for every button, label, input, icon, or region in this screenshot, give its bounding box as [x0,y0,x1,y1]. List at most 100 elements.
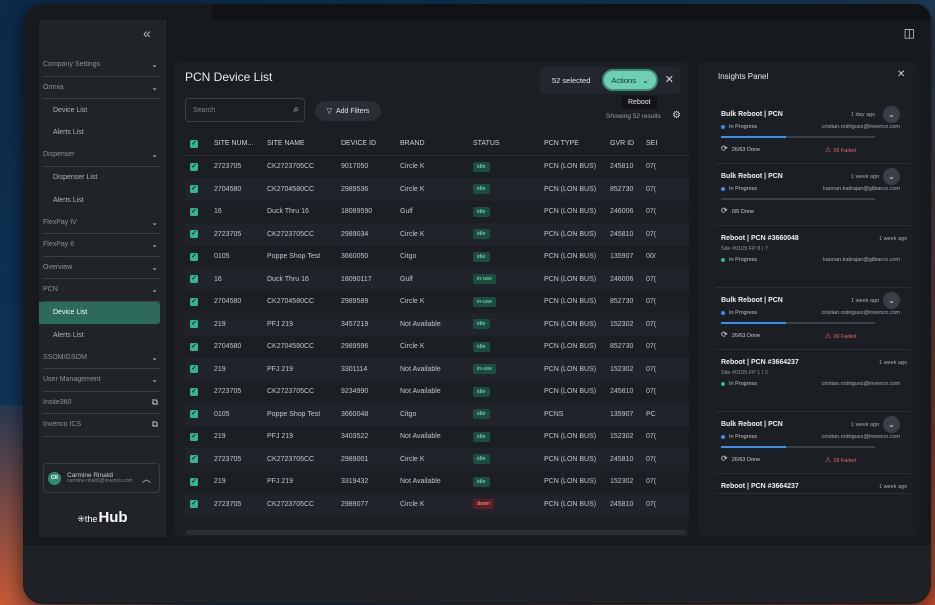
row-checkbox[interactable]: ✓ [190,185,198,194]
collapse-sidebar-icon[interactable]: « [143,25,151,41]
column-header[interactable]: STATUS [473,140,544,147]
insight-item[interactable]: Bulk Reboot | PCN 1 week ago ⌄ In Progress c… [715,412,910,474]
sidebar-item[interactable]: PCN ⌄ [43,279,160,302]
table-row[interactable]: ✓ 2704580 CK2704580CC 2989596 Circle K idle PC… [185,336,689,359]
column-header[interactable]: GVR ID [610,140,646,147]
row-checkbox[interactable]: ✓ [190,275,198,284]
chevron-down-icon: ⌄ [641,75,649,85]
row-checkbox[interactable]: ✓ [190,477,198,486]
insight-item[interactable]: Bulk Reboot | PCN 1 week ago ⌄ In Progress k… [715,164,910,226]
table-cell: CK2704580CC [267,343,315,351]
sidebar-item[interactable]: Company Settings ⌄ [43,54,160,77]
sidebar-item[interactable]: Alerts List [39,324,166,347]
column-header[interactable]: DEVICE ID [341,140,400,147]
gear-icon[interactable]: ⚙ [672,110,681,121]
row-checkbox[interactable]: ✓ [190,387,198,396]
status-cell: idle [473,251,544,262]
table-row[interactable]: ✓ 219 PFJ 219 3301114 Not Available in-use PCN… [185,358,689,381]
row-checkbox[interactable]: ✓ [190,297,198,306]
insight-item[interactable]: Bulk Reboot | PCN 1 day ago ⌄ In Progress cr… [715,102,910,164]
table-row[interactable]: ✓ 0105 Poppe Shop Test 3660048 Citgo idle PCNS… [185,403,689,426]
insight-status: In Progress [721,257,757,263]
insight-done-text: 26/63 Done [731,333,761,339]
reboot-menu-item[interactable]: Reboot [622,96,657,109]
sidebar-item[interactable]: Insite360 ⧉ [43,392,160,414]
actions-button[interactable]: Actions ⌄ [602,69,658,91]
insight-item[interactable]: Reboot | PCN #3660048 1 week ago Site #010… [715,226,910,288]
table-row[interactable]: ✓ 2723705 CK2723705CC 2989077 Circle K down PC… [185,493,689,516]
sidebar-item[interactable]: Dispenser ⌄ [43,144,160,167]
close-icon[interactable]: ✕ [665,73,674,86]
status-cell: idle [473,409,544,420]
sidebar-item[interactable]: Overview ⌄ [43,257,160,279]
column-header[interactable]: SEI [646,140,666,147]
table-row[interactable]: ✓ 2723705 CK2723705CC 9234990 Not Available i… [185,381,689,404]
column-header[interactable]: BRAND [400,140,473,147]
select-all-checkbox[interactable]: ✓ [190,139,198,148]
panel-toggle-icon[interactable]: ◫ [904,26,915,40]
chevron-down-icon: ⌄ [151,285,158,295]
table-row[interactable]: ✓ 16 Duck Thru 16 18089590 Gulf idle PCN (LON … [185,201,689,224]
column-header[interactable]: SITE NAME [267,140,341,147]
sidebar-item[interactable]: Device List [39,301,160,324]
table-row[interactable]: ✓ 2723705 CK2723705CC 9017050 Circle K idle PC… [185,156,689,179]
sidebar-item[interactable]: User Management ⌄ [43,369,160,392]
insight-item[interactable]: Reboot | PCN #3664237 1 week ago [715,474,910,494]
insight-email: cristian.rodriguez@invenco.com [821,310,900,316]
progress-bar [721,322,875,324]
insight-status: In Progress [721,124,757,130]
horizontal-scrollbar[interactable] [186,530,686,535]
chevron-down-icon[interactable]: ⌄ [883,106,900,123]
table-cell: 2723705 [214,455,242,463]
table-cell: 07( [646,320,657,328]
row-checkbox[interactable]: ✓ [190,455,198,464]
user-profile[interactable]: CR Carmine Rinaldi carmine.rinaldi@inven… [43,463,160,493]
row-checkbox[interactable]: ✓ [190,320,198,329]
row-checkbox[interactable]: ✓ [190,410,198,419]
sidebar-item[interactable]: Alerts List [39,122,166,145]
logo-text: Hub [98,509,128,526]
table-cell: 2989077 [341,500,369,508]
table-cell: PCN (LON BUS) [544,500,597,508]
table-row[interactable]: ✓ 2723705 CK2723705CC 2989001 Circle K idle PC… [185,448,689,471]
table-row[interactable]: ✓ 219 PFJ 219 3403522 Not Available idle PCN (… [185,426,689,449]
status-badge: idle [473,341,490,352]
table-row[interactable]: ✓ 219 PFJ 219 3457219 Not Available idle PCN (… [185,313,689,336]
sidebar-item[interactable]: Dispenser List [39,167,166,190]
table-row[interactable]: ✓ 2723705 CK2723705CC 2989034 Circle K idle PC… [185,223,689,246]
table-row[interactable]: ✓ 2704580 CK2704580CC 2989536 Circle K idle PC… [185,178,689,201]
table-cell: 852730 [610,298,634,306]
row-checkbox[interactable]: ✓ [190,252,198,261]
add-filters-button[interactable]: ▽ Add Filters [315,101,381,121]
row-checkbox[interactable]: ✓ [190,230,198,239]
chevron-down-icon[interactable]: ⌄ [883,416,900,433]
sidebar-item[interactable]: FlexPay IV ⌄ [43,212,160,234]
table-row[interactable]: ✓ 16 Duck Thru 16 18090117 Gulf in-use PCN (LO… [185,268,689,291]
table-row[interactable]: ✓ 219 PFJ 219 3319432 Not Available idle PCN (… [185,471,689,494]
insight-item[interactable]: Reboot | PCN #3664237 1 week ago Site #010… [715,350,910,412]
chevron-down-icon[interactable]: ⌄ [883,292,900,309]
column-header[interactable]: SITE NUM... [203,140,267,147]
sidebar-item[interactable]: Omnia ⌄ [43,77,160,99]
sidebar-item-label: FlexPay IV [43,218,77,226]
sidebar-item[interactable]: Alerts List [39,189,166,212]
chevron-up-icon[interactable]: ︿ [142,472,151,485]
search-input[interactable]: Search ⌕ [185,98,305,122]
sidebar-item[interactable]: Device List [39,99,166,122]
row-checkbox[interactable]: ✓ [190,342,198,351]
row-checkbox[interactable]: ✓ [190,500,198,509]
sidebar-item[interactable]: SSOM/GSOM ⌄ [43,347,160,369]
insight-item[interactable]: Bulk Reboot | PCN 1 week ago ⌄ In Progress c… [715,288,910,350]
column-header[interactable]: PCN TYPE [544,140,610,147]
table-row[interactable]: ✓ 0105 Poppe Shop Test 3660050 Citgo idle PCN … [185,246,689,269]
row-checkbox[interactable]: ✓ [190,365,198,374]
table-row[interactable]: ✓ 2704580 CK2704580CC 2989589 Circle K in-use… [185,291,689,314]
row-checkbox[interactable]: ✓ [190,207,198,216]
status-cell: in-use [473,364,544,375]
row-checkbox[interactable]: ✓ [190,432,198,441]
row-checkbox[interactable]: ✓ [190,162,198,171]
close-icon[interactable]: ✕ [897,69,905,80]
sidebar-item[interactable]: FlexPay 6 ⌄ [43,234,160,257]
chevron-down-icon[interactable]: ⌄ [883,168,900,185]
sidebar-item[interactable]: Invenco ICS ⧉ [43,414,160,437]
